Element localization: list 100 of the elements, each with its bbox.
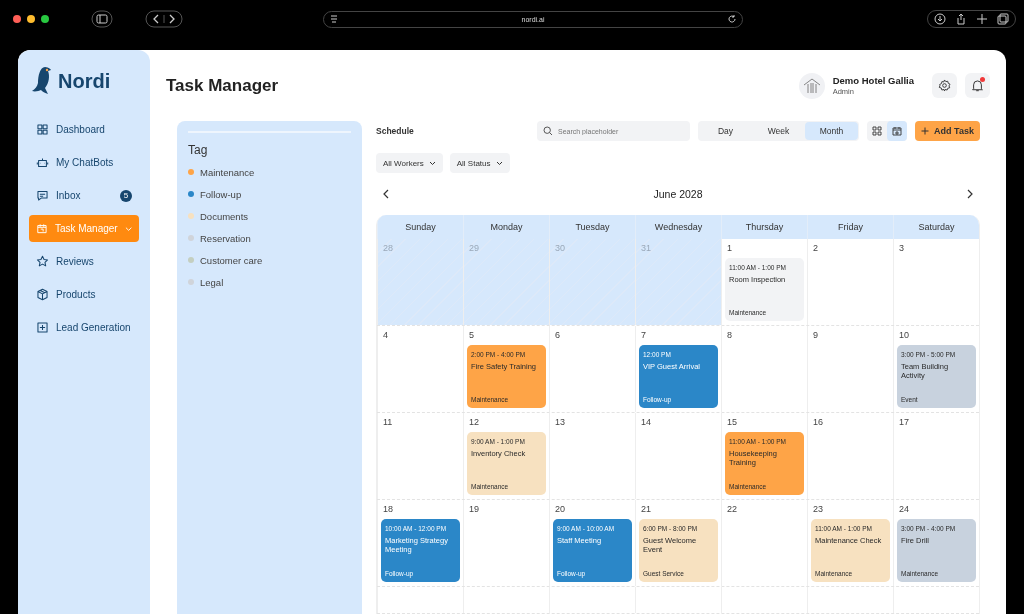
day-number: 3	[898, 242, 904, 253]
day-number: 22	[726, 503, 737, 514]
day-number: 4	[382, 329, 388, 340]
tag-label[interactable]: Legal	[200, 276, 224, 288]
day-number: 16	[812, 416, 823, 427]
day-number: 28	[382, 242, 393, 253]
grid-icon	[872, 126, 882, 136]
nav-icon	[36, 321, 49, 334]
settings-icon	[938, 79, 951, 92]
day-cell[interactable]: 14	[635, 412, 721, 499]
bell-icon	[971, 79, 984, 92]
nav-item[interactable]: Lead Generation	[29, 314, 139, 341]
user-name: Demo Hotel Gallia	[832, 75, 914, 86]
day-cell[interactable]: 19	[463, 499, 549, 586]
nav-icon	[36, 222, 48, 235]
month-title: June 2028	[653, 188, 703, 201]
day-cell[interactable]: 6	[549, 325, 635, 412]
previous-month-icon[interactable]	[382, 189, 390, 200]
day-number: 1	[726, 242, 732, 253]
settings-button[interactable]	[932, 73, 957, 98]
view-tab[interactable]: Month	[805, 122, 858, 140]
weekday-header: Tuesday	[549, 214, 635, 239]
day-cell[interactable]: 3	[893, 238, 979, 325]
day-cell[interactable]: 2	[807, 238, 893, 325]
add-task-button[interactable]: Add Task	[915, 121, 980, 141]
day-cell[interactable]: 11	[377, 412, 463, 499]
logo-text: Nordi	[58, 69, 111, 93]
share-icon[interactable]	[955, 13, 967, 25]
nav-icon	[36, 255, 49, 268]
day-number: 21	[640, 503, 651, 514]
nav-item[interactable]: Dashboard	[29, 116, 139, 143]
day-number: 24	[898, 503, 909, 514]
day-number: 19	[468, 503, 479, 514]
day-cell[interactable]: 16	[807, 412, 893, 499]
nav-icon	[36, 156, 49, 169]
day-cell[interactable]: 22	[721, 499, 807, 586]
hotel-avatar-icon	[798, 72, 825, 99]
next-month-icon[interactable]	[966, 189, 974, 200]
tag-label[interactable]: Maintenance	[200, 166, 255, 178]
new-tab-icon[interactable]	[976, 13, 988, 25]
weekday-header: Friday	[807, 214, 893, 239]
plus-icon	[921, 127, 930, 135]
day-cell[interactable]: 9	[807, 325, 893, 412]
day-cell[interactable]: 13	[549, 412, 635, 499]
nav-item[interactable]: Products	[29, 281, 139, 308]
day-number: 6	[554, 329, 560, 340]
nav-icon	[36, 123, 49, 136]
page-title: Task Manager	[166, 75, 279, 96]
notifications-button[interactable]	[965, 73, 990, 98]
weekday-header: Monday	[463, 214, 549, 239]
day-number: 8	[726, 329, 732, 340]
filter-dropdown[interactable]: All Workers	[376, 153, 443, 173]
tag-label[interactable]: Reservation	[200, 232, 251, 244]
calendar-view-button[interactable]	[887, 121, 907, 141]
weekday-header: Saturday	[893, 214, 979, 239]
day-number: 5	[468, 329, 474, 340]
count-badge: 5	[120, 189, 132, 202]
day-number: 31	[640, 242, 651, 253]
day-number: 13	[554, 416, 565, 427]
sidebar-toggle-icon[interactable]	[91, 10, 113, 28]
tabs-overview-icon[interactable]	[997, 13, 1009, 25]
day-number: 29	[468, 242, 479, 253]
nav-icon	[36, 288, 49, 301]
view-tab[interactable]: Day	[699, 122, 752, 140]
filter-dropdown[interactable]: All Status	[449, 153, 510, 173]
nav-icon	[36, 189, 49, 202]
day-number: 15	[726, 416, 737, 427]
day-number: 11	[382, 416, 393, 427]
tag-label[interactable]: Documents	[200, 210, 249, 222]
tag-label[interactable]: Follow-up	[200, 188, 242, 200]
window-controls-icon[interactable]	[13, 15, 49, 23]
caret-icon	[428, 160, 436, 166]
weekday-header: Wednesday	[635, 214, 721, 239]
back-forward-icon[interactable]	[145, 10, 183, 28]
day-number: 17	[898, 416, 909, 427]
day-number: 10	[898, 329, 909, 340]
nav-item[interactable]: My ChatBots	[29, 149, 139, 176]
tag-label[interactable]: Customer care	[200, 254, 263, 266]
nav-item[interactable]: Inbox 5	[29, 182, 139, 209]
page-settings-icon[interactable]	[329, 14, 339, 24]
day-cell[interactable]: 4	[377, 325, 463, 412]
day-number: 14	[640, 416, 651, 427]
day-number: 7	[640, 329, 646, 340]
schedule-heading: Schedule	[376, 126, 414, 136]
view-tab[interactable]: Week	[752, 122, 805, 140]
tag-heading: Tag	[188, 143, 209, 157]
calendar-icon	[892, 126, 902, 136]
weekday-header: Sunday	[377, 214, 463, 239]
day-number: 23	[812, 503, 823, 514]
day-number: 30	[554, 242, 565, 253]
day-number: 18	[382, 503, 393, 514]
reload-icon[interactable]	[727, 14, 737, 24]
download-icon[interactable]	[934, 13, 946, 25]
nav-item[interactable]: Reviews	[29, 248, 139, 275]
caret-icon	[495, 160, 503, 166]
day-cell[interactable]: 17	[893, 412, 979, 499]
day-cell[interactable]: 8	[721, 325, 807, 412]
caret-icon	[124, 225, 132, 232]
day-number: 12	[468, 416, 479, 427]
weekday-header: Thursday	[721, 214, 807, 239]
